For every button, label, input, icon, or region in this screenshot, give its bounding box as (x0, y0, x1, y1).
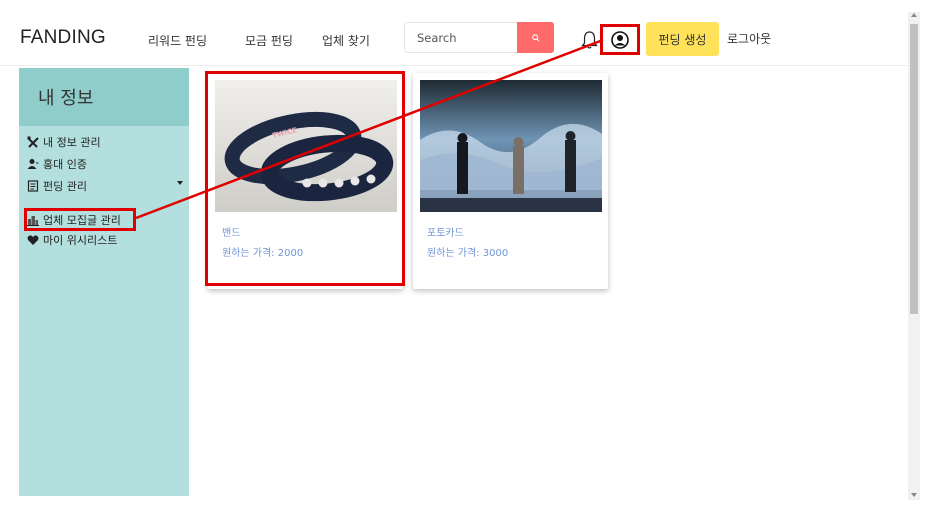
profile-button[interactable] (600, 24, 640, 55)
chevron-down-icon[interactable] (177, 181, 183, 185)
sidebar-item-label: 홍대 인증 (43, 158, 87, 171)
sidebar-item-label: 내 정보 관리 (43, 136, 101, 149)
scroll-down-icon[interactable] (911, 493, 917, 497)
scroll-up-icon[interactable] (911, 13, 917, 17)
heart-icon (27, 234, 39, 246)
page-scrollbar[interactable] (908, 12, 920, 500)
sidebar-item-funding-manage[interactable]: 펀딩 관리 (27, 178, 87, 194)
bell-icon[interactable] (581, 30, 598, 50)
sidebar-title: 내 정보 (19, 68, 189, 126)
top-navbar: FANDING 리워드 펀딩 모금 펀딩 업체 찾기 펀딩 생성 로그아웃 (0, 0, 908, 66)
card-title[interactable]: 포토카드 (427, 224, 464, 239)
search-button[interactable] (517, 22, 554, 53)
nav-donation-funding[interactable]: 모금 펀딩 (245, 32, 293, 49)
sidebar-item-wishlist[interactable]: 마이 위시리스트 (27, 232, 117, 248)
sidebar: 내 정보 내 정보 관리 홍대 인증 펀딩 관리 업체 모집글 관리 마이 위시… (19, 68, 189, 496)
scroll-thumb[interactable] (910, 24, 918, 314)
user-circle-icon (611, 30, 629, 49)
sidebar-item-label: 마이 위시리스트 (43, 234, 118, 247)
funding-card[interactable]: 포토카드 원하는 가격: 3000 (413, 73, 608, 289)
create-funding-button[interactable]: 펀딩 생성 (646, 22, 719, 56)
brand-logo[interactable]: FANDING (20, 27, 106, 49)
annotation-menu-highlight (24, 208, 136, 231)
card-price: 원하는 가격: 3000 (427, 248, 509, 259)
nav-reward-funding[interactable]: 리워드 펀딩 (148, 32, 207, 49)
annotation-card-highlight (205, 71, 405, 286)
photocard-photo (420, 80, 602, 212)
search-icon (531, 33, 540, 42)
sidebar-item-label: 펀딩 관리 (43, 180, 87, 193)
logout-link[interactable]: 로그아웃 (727, 30, 771, 47)
sidebar-item-verification[interactable]: 홍대 인증 (27, 156, 87, 172)
document-icon (27, 180, 39, 192)
search-input[interactable] (405, 23, 518, 52)
search-box (404, 22, 518, 53)
user-icon (27, 158, 39, 170)
tools-icon (27, 136, 39, 148)
nav-find-company[interactable]: 업체 찾기 (322, 32, 370, 49)
card-image (420, 80, 602, 212)
sidebar-item-my-info[interactable]: 내 정보 관리 (27, 134, 101, 150)
